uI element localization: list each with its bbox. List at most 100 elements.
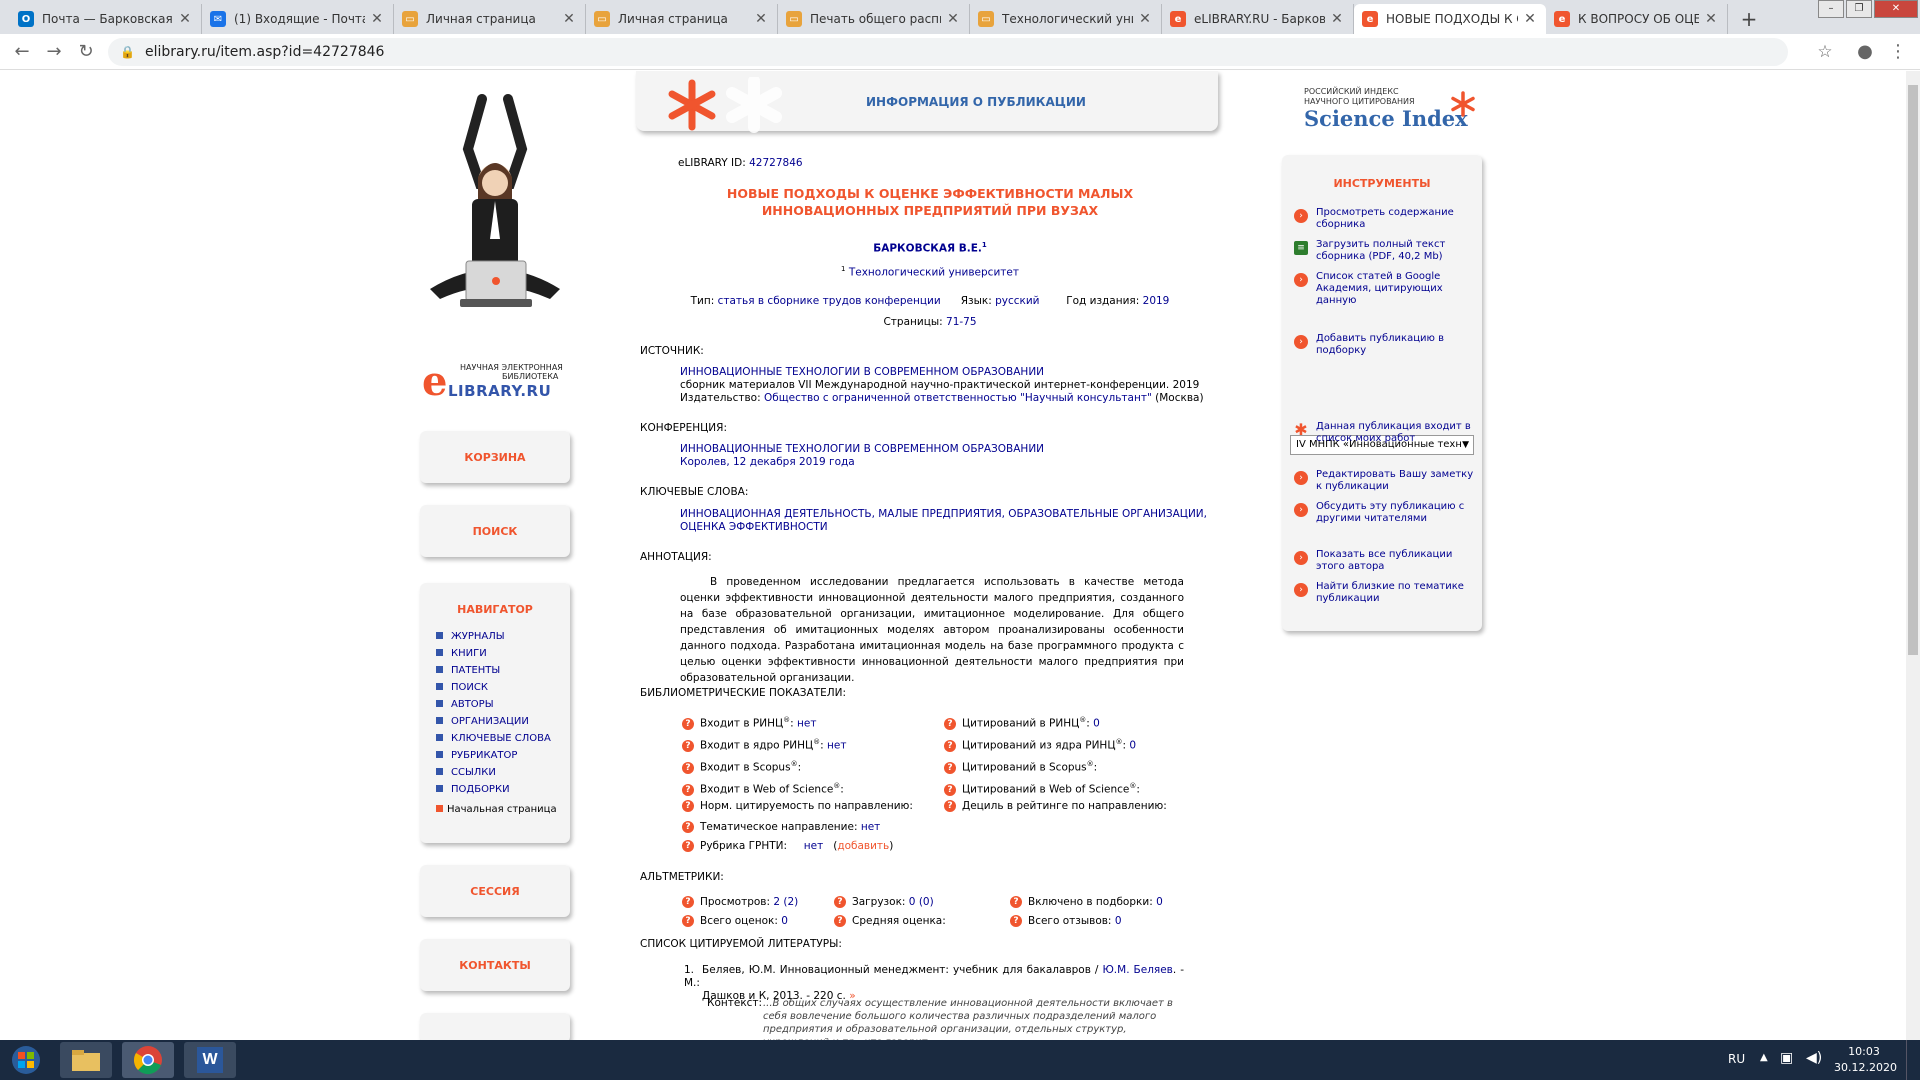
help-icon[interactable]: ? [944, 761, 956, 774]
tool-link[interactable]: Показать все публикации этого автора [1316, 549, 1474, 573]
session-button[interactable]: СЕССИЯ [420, 865, 570, 917]
chrome-icon[interactable] [122, 1042, 174, 1078]
nav-link[interactable]: ОРГАНИЗАЦИИ [451, 716, 529, 727]
nav-item-authors[interactable]: АВТОРЫ [436, 696, 570, 713]
vertical-scrollbar[interactable] [1906, 71, 1920, 1041]
bookmark-star-icon[interactable]: ☆ [1813, 40, 1837, 64]
help-icon[interactable]: ? [682, 739, 694, 752]
show-desktop-button[interactable] [1906, 1040, 1920, 1080]
tab-university[interactable]: ▭ Технологический унив ✕ [970, 4, 1162, 34]
tool-link[interactable]: Загрузить полный текст сборника (PDF, 40… [1316, 239, 1474, 263]
tab-schedule[interactable]: ▭ Печать общего распис ✕ [778, 4, 970, 34]
nav-link[interactable]: КЛЮЧЕВЫЕ СЛОВА [451, 733, 551, 744]
nav-link[interactable]: ССЫЛКИ [451, 767, 496, 778]
profile-icon[interactable]: ● [1853, 40, 1877, 64]
scrollbar-thumb[interactable] [1908, 85, 1918, 655]
help-icon[interactable]: ? [682, 840, 694, 852]
tab-evaluation[interactable]: e К ВОПРОСУ ОБ ОЦЕН ✕ [1546, 4, 1728, 34]
close-window-button[interactable]: ✕ [1874, 0, 1918, 18]
help-icon[interactable]: ? [944, 717, 956, 730]
help-icon[interactable]: ? [834, 896, 846, 908]
nav-item-books[interactable]: КНИГИ [436, 645, 570, 662]
nav-link[interactable]: ПАТЕНТЫ [451, 665, 500, 676]
close-icon[interactable]: ✕ [1703, 11, 1719, 27]
close-icon[interactable]: ✕ [753, 11, 769, 27]
close-icon[interactable]: ✕ [945, 11, 961, 27]
metric-value[interactable]: нет [827, 740, 846, 752]
language-indicator[interactable]: RU [1728, 1052, 1745, 1066]
tab-personal-page-2[interactable]: ▭ Личная страница ✕ [586, 4, 778, 34]
metric-value[interactable]: нет [804, 840, 823, 852]
menu-icon[interactable]: ⋮ [1886, 40, 1910, 64]
author[interactable]: БАРКОВСКАЯ В.Е.1 [640, 239, 1220, 256]
reload-icon[interactable]: ↻ [74, 40, 98, 64]
tool-link[interactable]: Добавить публикацию в подборку [1316, 333, 1474, 357]
tool-link[interactable]: Найти близкие по тематике публикации [1316, 581, 1474, 605]
reference-author-link[interactable]: Ю.М. Беляев [1102, 964, 1172, 976]
tool-similar[interactable]: › Найти близкие по тематике публикации [1294, 581, 1474, 605]
nav-item-patents[interactable]: ПАТЕНТЫ [436, 662, 570, 679]
year-value[interactable]: 2019 [1143, 295, 1170, 307]
nav-link[interactable]: ЖУРНАЛЫ [451, 631, 505, 642]
help-icon[interactable]: ? [682, 821, 694, 833]
close-icon[interactable]: ✕ [1137, 11, 1153, 27]
metric-value[interactable]: нет [861, 821, 880, 833]
keywords-link[interactable]: ИННОВАЦИОННАЯ ДЕЯТЕЛЬНОСТЬ, МАЛЫЕ ПРЕДПР… [680, 508, 1207, 520]
nav-item-search[interactable]: ПОИСК [436, 679, 570, 696]
help-icon[interactable]: ? [834, 915, 846, 927]
tool-view-contents[interactable]: › Просмотреть содержание сборника [1294, 207, 1474, 231]
tool-author-publications[interactable]: › Показать все публикации этого автора [1294, 549, 1474, 573]
tool-link[interactable]: Обсудить эту публикацию с другими читате… [1316, 501, 1474, 525]
tool-my-works[interactable]: ✱ Данная публикация входит в список моих … [1294, 421, 1474, 445]
metric-value[interactable]: 0 [1129, 740, 1136, 752]
close-icon[interactable]: ✕ [1329, 11, 1345, 27]
nav-link[interactable]: ПОДБОРКИ [451, 784, 510, 795]
tool-download-pdf[interactable]: ≡ Загрузить полный текст сборника (PDF, 4… [1294, 239, 1474, 263]
science-index-logo[interactable]: РОССИЙСКИЙ ИНДЕКС НАУЧНОГО ЦИТИРОВАНИЯ S… [1304, 87, 1484, 131]
cart-button[interactable]: КОРЗИНА [420, 431, 570, 483]
tool-link[interactable]: Список статей в Google Академия, цитирую… [1316, 271, 1474, 307]
help-icon[interactable]: ? [1010, 896, 1022, 908]
nav-link[interactable]: АВТОРЫ [451, 699, 494, 710]
alt-value[interactable]: 0 [1156, 896, 1163, 908]
id-value[interactable]: 42727846 [749, 157, 802, 169]
metric-value[interactable]: нет [797, 718, 816, 730]
tab-elibrary[interactable]: e eLIBRARY.RU - Барковс ✕ [1162, 4, 1354, 34]
alt-value[interactable]: 2 (2) [773, 896, 798, 908]
lang-value[interactable]: русский [995, 295, 1039, 307]
help-icon[interactable]: ? [682, 717, 694, 730]
start-button[interactable] [2, 1042, 50, 1078]
tab-current[interactable]: e НОВЫЕ ПОДХОДЫ К ОЦ ✕ [1354, 4, 1546, 34]
tool-edit-note[interactable]: › Редактировать Вашу заметку к публикации [1294, 469, 1474, 493]
affiliation-link[interactable]: Технологический университет [849, 267, 1019, 279]
add-grnti-link[interactable]: добавить [837, 840, 889, 852]
nav-item-links[interactable]: ССЫЛКИ [436, 764, 570, 781]
metric-value[interactable]: 0 [1093, 718, 1100, 730]
forward-icon[interactable]: → [42, 40, 66, 64]
elibrary-logo[interactable]: e НАУЧНАЯ ЭЛЕКТРОННАЯ БИБЛИОТЕКА LIBRARY… [420, 361, 570, 403]
close-icon[interactable]: ✕ [1522, 11, 1538, 27]
network-icon[interactable]: ▣ [1780, 1050, 1793, 1066]
home-link[interactable]: Начальная страница [436, 804, 570, 815]
author-name[interactable]: БАРКОВСКАЯ В.Е. [873, 243, 982, 255]
tab-personal-page-1[interactable]: ▭ Личная страница ✕ [394, 4, 586, 34]
nav-link[interactable]: РУБРИКАТОР [451, 750, 517, 761]
help-icon[interactable]: ? [682, 915, 694, 927]
help-icon[interactable]: ? [682, 800, 694, 812]
nav-item-collections[interactable]: ПОДБОРКИ [436, 781, 570, 798]
publisher-link[interactable]: Общество с ограниченной ответственностью… [764, 392, 1152, 404]
minimize-button[interactable]: – [1818, 0, 1844, 18]
alt-value[interactable]: 0 (0) [909, 896, 934, 908]
chevron-up-icon[interactable]: ▲ [1760, 1052, 1768, 1063]
conference-link[interactable]: ИННОВАЦИОННЫЕ ТЕХНОЛОГИИ В СОВРЕМЕННОМ О… [680, 443, 1044, 455]
search-button[interactable]: ПОИСК [420, 505, 570, 557]
nav-item-rubricator[interactable]: РУБРИКАТОР [436, 747, 570, 764]
nav-item-journals[interactable]: ЖУРНАЛЫ [436, 628, 570, 645]
word-icon[interactable]: W [184, 1042, 236, 1078]
help-icon[interactable]: ? [944, 783, 956, 796]
keywords-link[interactable]: ОЦЕНКА ЭФФЕКТИВНОСТИ [680, 521, 828, 533]
new-tab-button[interactable]: + [1736, 6, 1762, 32]
nav-item-keywords[interactable]: КЛЮЧЕВЫЕ СЛОВА [436, 730, 570, 747]
nav-link[interactable]: ПОИСК [451, 682, 488, 693]
nav-link[interactable]: КНИГИ [451, 648, 487, 659]
